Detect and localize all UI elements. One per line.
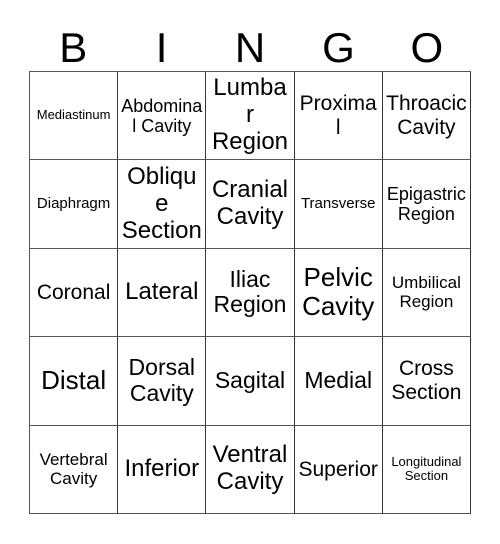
bingo-cell[interactable]: Proximal bbox=[294, 72, 383, 161]
bingo-cell[interactable]: Umbilical Region bbox=[382, 248, 471, 338]
bingo-header-cell-2: N bbox=[206, 14, 294, 69]
bingo-cell[interactable]: Vertebral Cavity bbox=[30, 425, 119, 514]
bingo-cell-label: Inferior bbox=[124, 454, 200, 482]
bingo-cell[interactable]: Epigastric Region bbox=[382, 160, 471, 249]
bingo-header-cell-1: I bbox=[117, 14, 205, 69]
bingo-cell[interactable]: Sagital bbox=[206, 337, 295, 426]
bingo-cell-label: Dorsal Cavity bbox=[128, 354, 196, 406]
bingo-cell-label: Vertebral Cavity bbox=[39, 450, 108, 489]
bingo-cell[interactable]: Diaphragm bbox=[30, 160, 119, 249]
bingo-cell-label: Sagital bbox=[214, 367, 286, 394]
bingo-header-cell-3: G bbox=[294, 14, 382, 69]
bingo-cell-label: Longitudinal Section bbox=[391, 453, 462, 484]
bingo-header-letter: N bbox=[234, 24, 266, 71]
bingo-cell-label: Cranial Cavity bbox=[211, 176, 288, 231]
bingo-cell-label: Mediastinum bbox=[36, 107, 111, 123]
bingo-cell[interactable]: Oblique Section bbox=[118, 160, 207, 249]
bingo-cell-label: Distal bbox=[41, 365, 107, 396]
bingo-header-cell-0: B bbox=[29, 14, 117, 69]
bingo-cell[interactable]: Lateral bbox=[118, 248, 207, 338]
bingo-header-letter: I bbox=[155, 24, 168, 71]
bingo-cell-label: Proximal bbox=[299, 92, 377, 139]
bingo-cell[interactable]: Longitudinal Section bbox=[382, 425, 471, 514]
bingo-cell-label: Iliac Region bbox=[213, 265, 287, 318]
bingo-cell[interactable]: Dorsal Cavity bbox=[118, 337, 207, 426]
bingo-cell[interactable]: Mediastinum bbox=[30, 72, 119, 161]
bingo-cell-label: Oblique Section bbox=[121, 162, 202, 244]
bingo-cell[interactable]: Pelvic Cavity bbox=[294, 248, 383, 338]
bingo-card: B I N G O Mediastinum Abdominal Cavity Lumbar … bbox=[0, 0, 500, 544]
bingo-cell-label: Pelvic Cavity bbox=[302, 262, 375, 322]
bingo-header-row: BINGO bbox=[29, 14, 471, 69]
bingo-cell-label: Coronal bbox=[36, 280, 111, 304]
bingo-cell[interactable]: Superior bbox=[294, 425, 383, 514]
bingo-header-letter: G bbox=[322, 24, 355, 71]
bingo-grid: Mediastinum Abdominal Cavity Lumbar Region… bbox=[29, 71, 471, 514]
bingo-cell[interactable]: Ventral Cavity bbox=[206, 425, 295, 514]
bingo-cell-label: Umbilical Region bbox=[391, 273, 461, 312]
bingo-cell-label: Superior bbox=[298, 457, 378, 481]
bingo-header-letter: B bbox=[59, 24, 88, 71]
bingo-cell[interactable]: Lumbar Region bbox=[206, 72, 295, 161]
bingo-cell-label: Abdominal Cavity bbox=[121, 95, 203, 136]
bingo-cell[interactable]: Coronal bbox=[30, 248, 119, 338]
bingo-cell[interactable]: Abdominal Cavity bbox=[118, 72, 207, 161]
bingo-cell-label: Transverse bbox=[300, 194, 376, 212]
bingo-cell-label: Lumbar Region bbox=[211, 74, 289, 156]
bingo-cell[interactable]: Iliac Region bbox=[206, 248, 295, 338]
bingo-cell-label: Ventral Cavity bbox=[212, 441, 288, 496]
bingo-header-letter: O bbox=[410, 24, 444, 71]
bingo-cell[interactable]: Inferior bbox=[118, 425, 207, 514]
bingo-cell-label: Medial bbox=[304, 367, 373, 394]
bingo-cell[interactable]: Transverse bbox=[294, 160, 383, 249]
bingo-header-cell-4: O bbox=[383, 14, 471, 69]
bingo-cell-label: Lateral bbox=[125, 278, 199, 306]
bingo-cell[interactable]: Medial bbox=[294, 337, 383, 426]
bingo-cell[interactable]: Cross Section bbox=[382, 337, 471, 426]
bingo-cell[interactable]: Throacic Cavity bbox=[382, 72, 471, 161]
bingo-cell-label: Throacic Cavity bbox=[386, 92, 467, 139]
bingo-cell-label: Epigastric Region bbox=[386, 183, 466, 225]
bingo-cell-label: Diaphragm bbox=[36, 194, 111, 212]
bingo-cell[interactable]: Distal bbox=[30, 337, 119, 426]
bingo-cell[interactable]: Cranial Cavity bbox=[206, 160, 295, 249]
bingo-cell-label: Cross Section bbox=[391, 357, 462, 404]
